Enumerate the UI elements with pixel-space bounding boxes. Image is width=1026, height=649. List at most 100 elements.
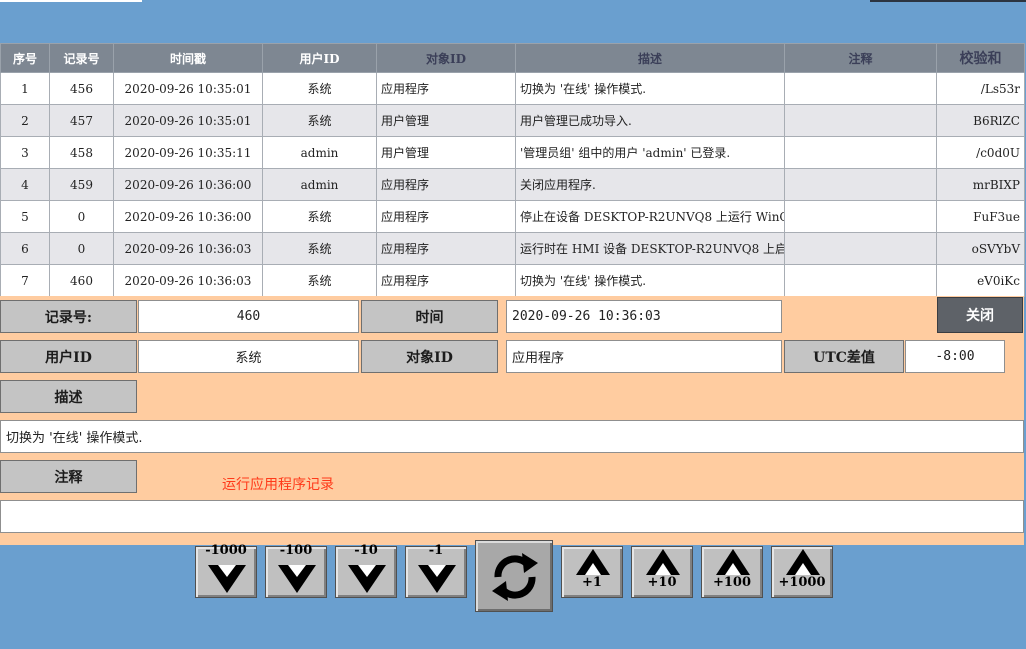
cell-object: 用户管理 xyxy=(376,136,516,169)
cell-record: 0 xyxy=(49,232,114,265)
user-id-field[interactable]: 系统 xyxy=(138,340,359,373)
header-record[interactable]: 记录号 xyxy=(49,43,114,73)
cell-note xyxy=(784,104,937,137)
cell-checksum: oSVYbV xyxy=(936,232,1025,265)
cell-desc: 切换为 '在线' 操作模式. xyxy=(515,72,785,105)
page-up-1-button[interactable]: +1 xyxy=(561,546,623,598)
refresh-icon xyxy=(492,553,538,601)
cell-user: 系统 xyxy=(262,104,377,137)
object-id-label: 对象ID xyxy=(361,340,498,373)
note-field[interactable] xyxy=(0,500,1024,533)
header-checksum[interactable]: 校验和 xyxy=(936,43,1025,73)
table-header-row: 序号 记录号 时间戳 用户ID 对象ID 描述 注释 校验和 xyxy=(0,43,1025,73)
cell-time: 2020-09-26 10:35:01 xyxy=(113,72,263,105)
cell-user: 系统 xyxy=(262,72,377,105)
cell-checksum: /c0d0U xyxy=(936,136,1025,169)
cell-note xyxy=(784,200,937,233)
user-id-label: 用户ID xyxy=(0,340,137,373)
header-desc[interactable]: 描述 xyxy=(515,43,785,73)
record-number-field[interactable]: 460 xyxy=(138,300,359,333)
cell-desc: 切换为 '在线' 操作模式. xyxy=(515,264,785,297)
cell-time: 2020-09-26 10:35:11 xyxy=(113,136,263,169)
cell-user: 系统 xyxy=(262,200,377,233)
time-field[interactable]: 2020-09-26 10:36:03 xyxy=(506,300,782,333)
cell-user: 系统 xyxy=(262,264,377,297)
table-row[interactable]: 2 457 2020-09-26 10:35:01 系统 用户管理 用户管理已成… xyxy=(0,104,1025,137)
time-label: 时间 xyxy=(361,300,498,333)
page-up-10-button[interactable]: +10 xyxy=(631,546,693,598)
header-timestamp[interactable]: 时间戳 xyxy=(113,43,263,73)
cell-record: 456 xyxy=(49,72,114,105)
cell-object: 应用程序 xyxy=(376,168,516,201)
table-row[interactable]: 3 458 2020-09-26 10:35:11 admin 用户管理 '管理… xyxy=(0,136,1025,169)
cell-seq: 7 xyxy=(0,264,50,297)
header-note[interactable]: 注释 xyxy=(784,43,937,73)
cell-user: admin xyxy=(262,168,377,201)
page-down-100-button[interactable]: -100 xyxy=(265,543,327,598)
page-down-1-button[interactable]: -1 xyxy=(405,543,467,598)
audit-log-table: 序号 记录号 时间戳 用户ID 对象ID 描述 注释 校验和 1 456 202… xyxy=(0,43,1025,297)
cell-seq: 2 xyxy=(0,104,50,137)
arrow-up-icon xyxy=(576,549,610,575)
description-field[interactable]: 切换为 '在线' 操作模式. xyxy=(0,420,1024,453)
header-seq[interactable]: 序号 xyxy=(0,43,50,73)
table-row[interactable]: 5 0 2020-09-26 10:36:00 系统 应用程序 停止在设备 DE… xyxy=(0,200,1025,233)
cell-seq: 5 xyxy=(0,200,50,233)
cell-checksum: /Ls53r xyxy=(936,72,1025,105)
refresh-button[interactable] xyxy=(475,540,553,612)
utc-offset-label: UTC差值 xyxy=(784,340,904,373)
top-strip-left xyxy=(0,0,142,2)
page-up-1000-label: +1000 xyxy=(778,575,826,590)
cell-seq: 6 xyxy=(0,232,50,265)
page-up-10-label: +10 xyxy=(647,575,677,590)
table-row[interactable]: 4 459 2020-09-26 10:36:00 admin 应用程序 关闭应… xyxy=(0,168,1025,201)
page-down-10-button[interactable]: -10 xyxy=(335,543,397,598)
cell-time: 2020-09-26 10:36:00 xyxy=(113,200,263,233)
arrow-down-icon xyxy=(208,565,246,593)
cell-desc: 用户管理已成功导入. xyxy=(515,104,785,137)
cell-record: 458 xyxy=(49,136,114,169)
page-up-1000-button[interactable]: +1000 xyxy=(771,546,833,598)
page-down-1000-button[interactable]: -1000 xyxy=(195,543,257,598)
utc-offset-field[interactable]: -8:00 xyxy=(905,340,1005,373)
cell-seq: 1 xyxy=(0,72,50,105)
arrow-down-icon xyxy=(348,565,386,593)
cell-object: 应用程序 xyxy=(376,72,516,105)
table-row[interactable]: 1 456 2020-09-26 10:35:01 系统 应用程序 切换为 '在… xyxy=(0,72,1025,105)
arrow-up-icon xyxy=(646,549,680,575)
record-detail-panel: 记录号: 460 时间 2020-09-26 10:36:03 关闭 用户ID … xyxy=(0,296,1024,545)
close-button[interactable]: 关闭 xyxy=(937,297,1023,333)
page-up-100-label: +100 xyxy=(712,575,752,590)
cell-checksum: eV0iKc xyxy=(936,264,1025,297)
cell-desc: 关闭应用程序. xyxy=(515,168,785,201)
cell-time: 2020-09-26 10:36:03 xyxy=(113,264,263,297)
cell-desc: 运行时在 HMI 设备 DESKTOP-R2UNVQ8 上启动 xyxy=(515,232,785,265)
cell-note xyxy=(784,232,937,265)
table-row[interactable]: 6 0 2020-09-26 10:36:03 系统 应用程序 运行时在 HMI… xyxy=(0,232,1025,265)
cell-object: 应用程序 xyxy=(376,264,516,297)
cell-seq: 3 xyxy=(0,136,50,169)
cell-time: 2020-09-26 10:35:01 xyxy=(113,104,263,137)
page-up-100-button[interactable]: +100 xyxy=(701,546,763,598)
table-row[interactable]: 7 460 2020-09-26 10:36:03 系统 应用程序 切换为 '在… xyxy=(0,264,1025,297)
object-id-field[interactable]: 应用程序 xyxy=(506,340,782,373)
top-strip-right xyxy=(870,0,1026,2)
arrow-down-icon xyxy=(278,565,316,593)
cell-record: 460 xyxy=(49,264,114,297)
cell-note xyxy=(784,136,937,169)
arrow-up-icon xyxy=(716,549,750,575)
cell-desc: '管理员组' 组中的用户 'admin' 已登录. xyxy=(515,136,785,169)
header-user[interactable]: 用户ID xyxy=(262,43,377,73)
arrow-down-icon xyxy=(418,565,456,593)
cell-user: 系统 xyxy=(262,232,377,265)
cell-time: 2020-09-26 10:36:00 xyxy=(113,168,263,201)
header-object[interactable]: 对象ID xyxy=(376,43,516,73)
cell-checksum: FuF3ue xyxy=(936,200,1025,233)
arrow-up-icon xyxy=(786,549,820,575)
cell-record: 457 xyxy=(49,104,114,137)
cell-object: 用户管理 xyxy=(376,104,516,137)
cell-note xyxy=(784,72,937,105)
description-label: 描述 xyxy=(0,380,137,413)
record-number-label: 记录号: xyxy=(0,300,137,333)
cell-note xyxy=(784,264,937,297)
